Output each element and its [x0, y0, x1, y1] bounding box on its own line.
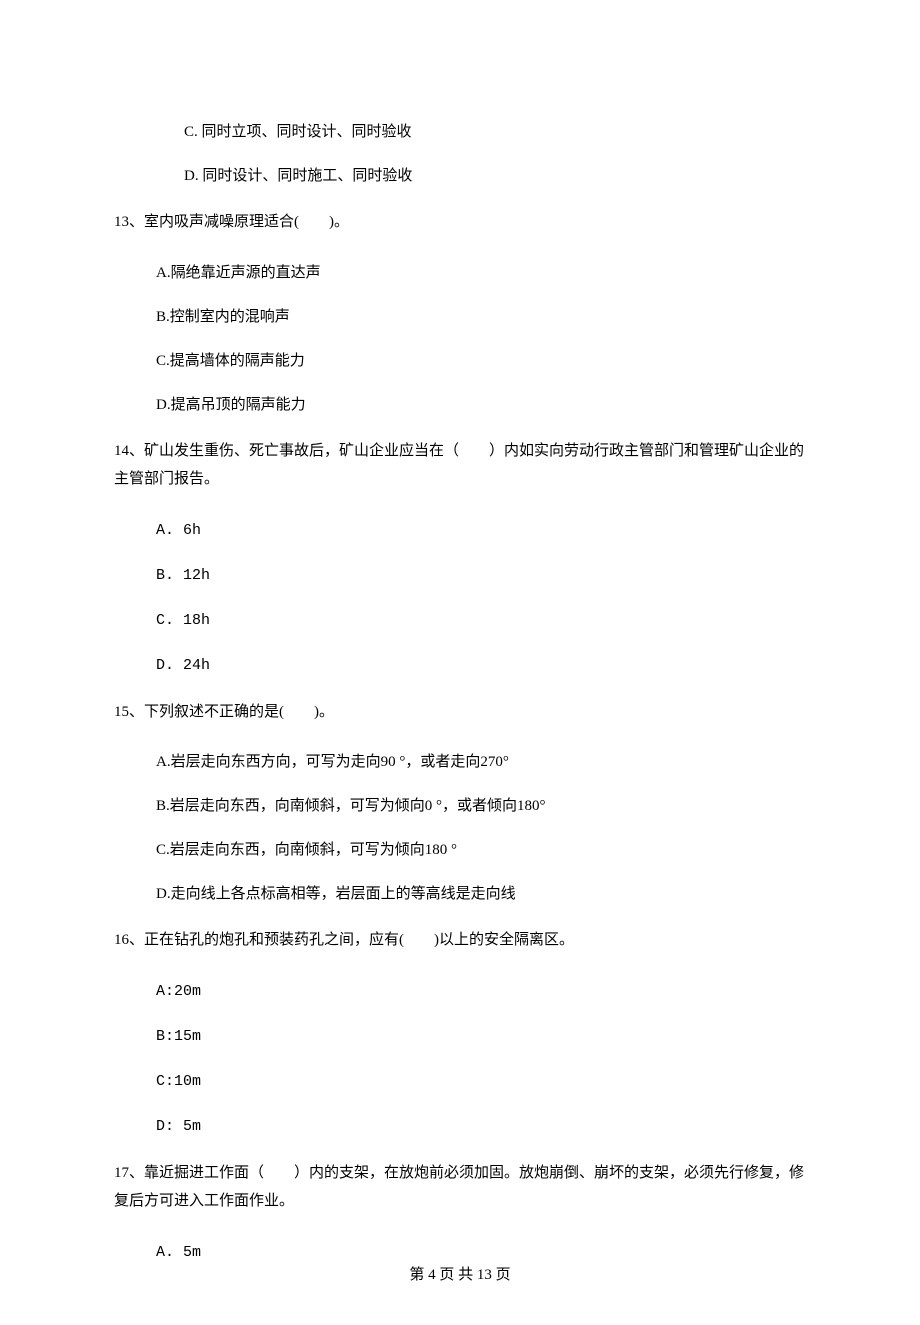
page-number: 第 4 页 共 13 页	[409, 1267, 510, 1283]
question-16: 16、正在钻孔的炮孔和预装药孔之间，应有( )以上的安全隔离区。	[114, 926, 806, 955]
option-text: B.岩层走向东西，向南倾斜，可写为倾向0 °，或者倾向180°	[156, 798, 546, 814]
q16-option-c: C:10m	[114, 1069, 806, 1094]
q13-option-b: B.控制室内的混响声	[114, 305, 806, 329]
option-text: D.提高吊顶的隔声能力	[156, 397, 306, 413]
question-15: 15、下列叙述不正确的是( )。	[114, 698, 806, 727]
option-text: D. 同时设计、同时施工、同时验收	[184, 168, 412, 184]
option-text: D.走向线上各点标高相等，岩层面上的等高线是走向线	[156, 886, 516, 902]
q14-option-c: C. 18h	[114, 608, 806, 633]
prev-option-c: C. 同时立项、同时设计、同时验收	[114, 120, 806, 144]
q13-option-c: C.提高墙体的隔声能力	[114, 349, 806, 373]
question-17: 17、靠近掘进工作面（ ）内的支架，在放炮前必须加固。放炮崩倒、崩坏的支架，必须…	[114, 1159, 806, 1216]
question-13: 13、室内吸声减噪原理适合( )。	[114, 208, 806, 237]
option-text: A:20m	[156, 983, 201, 1000]
option-text: B.控制室内的混响声	[156, 309, 290, 325]
q16-option-a: A:20m	[114, 979, 806, 1004]
option-text: A. 5m	[156, 1244, 201, 1261]
question-label: 13、室内吸声减噪原理适合( )。	[114, 214, 349, 230]
option-text: D: 5m	[156, 1118, 201, 1135]
q13-option-a: A.隔绝靠近声源的直达声	[114, 261, 806, 285]
q14-option-b: B. 12h	[114, 563, 806, 588]
option-text: D. 24h	[156, 657, 210, 674]
q15-option-d: D.走向线上各点标高相等，岩层面上的等高线是走向线	[114, 882, 806, 906]
option-text: B:15m	[156, 1028, 201, 1045]
option-text: C.提高墙体的隔声能力	[156, 353, 305, 369]
q14-option-a: A. 6h	[114, 518, 806, 543]
option-text: A.岩层走向东西方向，可写为走向90 °，或者走向270°	[156, 754, 509, 770]
prev-option-d: D. 同时设计、同时施工、同时验收	[114, 164, 806, 188]
option-text: C.岩层走向东西，向南倾斜，可写为倾向180 °	[156, 842, 457, 858]
option-text: A. 6h	[156, 522, 201, 539]
q13-option-d: D.提高吊顶的隔声能力	[114, 393, 806, 417]
question-label: 14、矿山发生重伤、死亡事故后，矿山企业应当在（ ）内如实向劳动行政主管部门和管…	[114, 443, 804, 488]
option-text: C. 同时立项、同时设计、同时验收	[184, 124, 412, 140]
question-label: 15、下列叙述不正确的是( )。	[114, 704, 334, 720]
option-text: A.隔绝靠近声源的直达声	[156, 265, 321, 281]
page-footer: 第 4 页 共 13 页	[0, 1263, 920, 1287]
option-text: C:10m	[156, 1073, 201, 1090]
q16-option-b: B:15m	[114, 1024, 806, 1049]
question-label: 16、正在钻孔的炮孔和预装药孔之间，应有( )以上的安全隔离区。	[114, 932, 574, 948]
q14-option-d: D. 24h	[114, 653, 806, 678]
q17-option-a: A. 5m	[114, 1240, 806, 1265]
q15-option-c: C.岩层走向东西，向南倾斜，可写为倾向180 °	[114, 838, 806, 862]
question-label: 17、靠近掘进工作面（ ）内的支架，在放炮前必须加固。放炮崩倒、崩坏的支架，必须…	[114, 1165, 804, 1210]
question-14: 14、矿山发生重伤、死亡事故后，矿山企业应当在（ ）内如实向劳动行政主管部门和管…	[114, 437, 806, 494]
q16-option-d: D: 5m	[114, 1114, 806, 1139]
option-text: B. 12h	[156, 567, 210, 584]
option-text: C. 18h	[156, 612, 210, 629]
q15-option-b: B.岩层走向东西，向南倾斜，可写为倾向0 °，或者倾向180°	[114, 794, 806, 818]
q15-option-a: A.岩层走向东西方向，可写为走向90 °，或者走向270°	[114, 750, 806, 774]
